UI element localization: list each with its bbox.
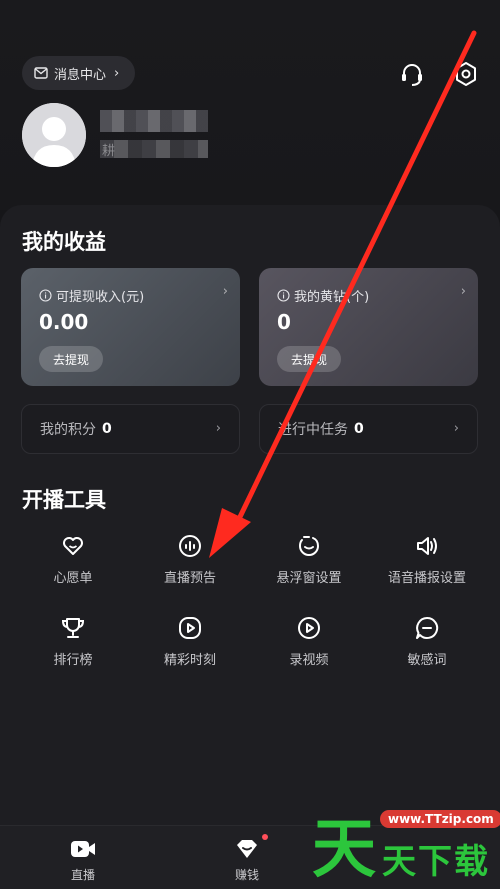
live-camera-icon [71, 841, 95, 857]
gold-diamond-row: 我的黄钻(个) [277, 286, 369, 305]
tasks-row[interactable]: 进行中任务 0 › [259, 404, 478, 454]
tool-sensitive-words[interactable]: 敏感词 [371, 615, 483, 668]
trophy-icon [61, 618, 85, 638]
tool-wishlist[interactable]: 心愿单 [17, 533, 129, 586]
tool-label: 录视频 [289, 653, 329, 668]
tool-voice-broadcast[interactable]: 语音播报设置 [371, 533, 483, 586]
mail-icon [34, 67, 48, 79]
points-row[interactable]: 我的积分 0 › [21, 404, 240, 454]
speaker-icon [417, 537, 437, 555]
chevron-right-icon: › [215, 421, 221, 436]
tool-label: 直播预告 [163, 571, 216, 586]
settings-gear-icon[interactable] [452, 60, 480, 88]
earnings-title: 我的收益 [22, 230, 106, 254]
nav-label: 直播 [70, 868, 95, 882]
points-label: 我的积分 [40, 422, 96, 438]
tasks-label: 进行中任务 [278, 422, 348, 438]
info-icon [39, 289, 52, 302]
profile-header: 消息中心 › 耕 [0, 0, 500, 210]
customer-service-icon[interactable] [398, 60, 426, 88]
tool-label: 语音播报设置 [387, 571, 466, 586]
default-avatar-icon [22, 103, 86, 167]
nav-item-earn[interactable]: 赚钱 [207, 834, 287, 883]
gold-withdraw-button[interactable]: 去提现 [277, 346, 342, 372]
username-redacted [100, 110, 208, 132]
nav-item-live[interactable]: 直播 [43, 838, 123, 883]
watermark-url: www.TTzip.com [380, 810, 500, 828]
withdrawable-income-row: 可提现收入(元) [39, 286, 144, 305]
watermark-chars: 天下载 [382, 842, 490, 882]
chevron-right-icon: › [453, 421, 459, 436]
heart-icon [63, 537, 83, 555]
earn-icon [237, 840, 257, 858]
withdrawable-income-value: 0.00 [39, 310, 89, 334]
chevron-right-icon: › [460, 284, 466, 299]
user-id-redacted [100, 140, 208, 158]
record-video-icon [298, 617, 320, 639]
gold-diamond-label: 我的黄钻(个) [294, 290, 370, 305]
tool-highlights[interactable]: 精彩时刻 [134, 615, 246, 668]
chevron-right-icon: › [222, 284, 228, 299]
nav-label: 赚钱 [234, 868, 259, 882]
points-value: 0 [102, 421, 112, 437]
watermark: 天 www.TTzip.com 天下载 [312, 798, 500, 889]
tool-label: 敏感词 [407, 653, 447, 668]
live-preview-icon [179, 535, 201, 557]
withdrawable-income-label: 可提现收入(元) [56, 290, 145, 305]
chat-bubble-icon [416, 616, 439, 639]
avatar[interactable] [22, 103, 86, 167]
chevron-right-icon: › [114, 65, 120, 81]
message-center-button[interactable]: 消息中心 › [22, 56, 136, 90]
tasks-value: 0 [354, 421, 364, 437]
floating-window-icon [298, 536, 320, 556]
watermark-main-char: 天 [312, 813, 376, 887]
user-sub-char: 耕 [102, 144, 116, 159]
info-icon [277, 289, 290, 302]
tool-label: 悬浮窗设置 [276, 571, 342, 586]
tool-floating-window[interactable]: 悬浮窗设置 [253, 533, 365, 586]
message-center-label: 消息中心 [54, 67, 107, 83]
notification-dot [262, 834, 268, 840]
tool-live-preview[interactable]: 直播预告 [134, 533, 246, 586]
tool-record-video[interactable]: 录视频 [253, 615, 365, 668]
gold-diamond-card[interactable]: 我的黄钻(个) › 0 去提现 [259, 268, 478, 386]
withdraw-button[interactable]: 去提现 [39, 346, 104, 372]
gold-diamond-value: 0 [277, 310, 291, 334]
withdrawable-income-card[interactable]: 可提现收入(元) › 0.00 去提现 [21, 268, 240, 386]
tool-label: 心愿单 [53, 571, 93, 586]
highlight-play-icon [179, 617, 201, 639]
tool-leaderboard[interactable]: 排行榜 [17, 615, 129, 668]
tool-label: 精彩时刻 [163, 653, 216, 668]
tools-title: 开播工具 [22, 488, 106, 512]
tool-label: 排行榜 [53, 653, 93, 668]
